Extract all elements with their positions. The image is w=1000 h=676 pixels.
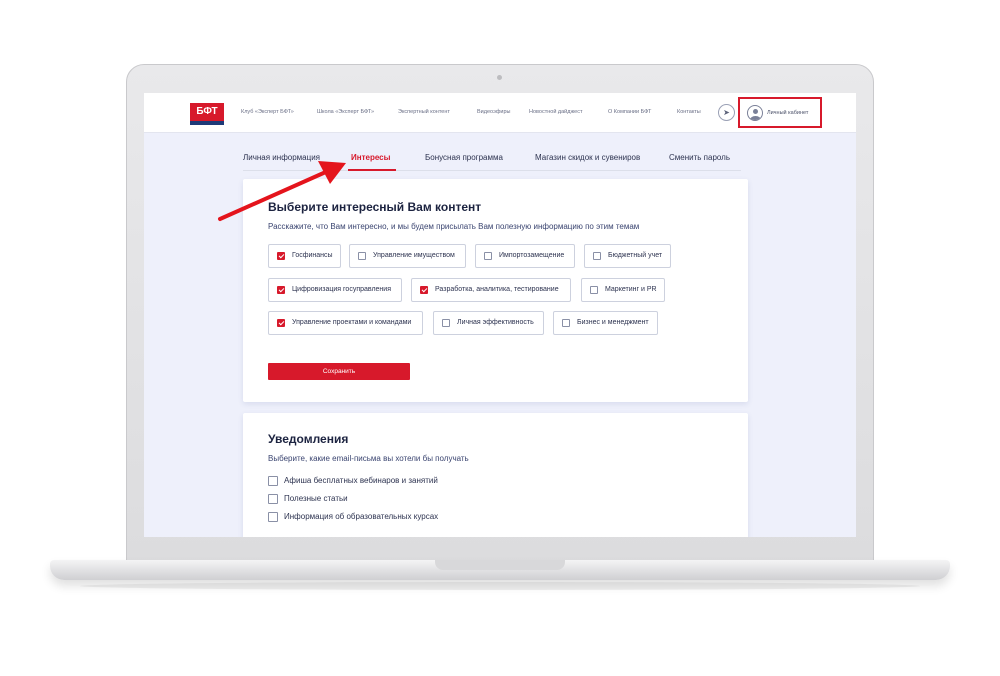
checkbox-icon: [268, 476, 278, 486]
interests-card: Выберите интересный Вам контент Расскажи…: [243, 179, 748, 402]
user-avatar-icon: [747, 105, 763, 121]
checkbox-icon: [277, 319, 285, 327]
chip-label: Разработка, аналитика, тестирование: [435, 286, 559, 293]
interest-chip[interactable]: Импортозамещение: [475, 244, 575, 268]
checkbox-icon: [277, 252, 285, 260]
notification-option[interactable]: Полезные статьи: [268, 494, 348, 506]
interest-chip[interactable]: Госфинансы: [268, 244, 341, 268]
bft-logo[interactable]: БФТ: [190, 103, 224, 125]
save-button[interactable]: Сохранить: [268, 363, 410, 380]
chip-label: Цифровизация госуправления: [292, 286, 391, 293]
checkbox-icon: [593, 252, 601, 260]
notification-label: Афиша бесплатных вебинаров и занятий: [284, 476, 438, 485]
chip-label: Бюджетный учет: [608, 252, 663, 259]
nav-item-club[interactable]: Клуб «Эксперт БФТ»: [241, 109, 294, 115]
notification-label: Полезные статьи: [284, 494, 348, 503]
active-tab-indicator: [348, 169, 396, 171]
nav-item-expert-content[interactable]: Экспертный контент: [398, 109, 450, 115]
chip-label: Госфинансы: [292, 252, 333, 259]
chip-label: Управление проектами и командами: [292, 319, 412, 326]
interest-chip[interactable]: Управление проектами и командами: [268, 311, 423, 335]
laptop-shadow: [80, 582, 920, 590]
checkbox-icon: [420, 286, 428, 294]
account-button[interactable]: Личный кабинет: [738, 97, 822, 128]
notification-option[interactable]: Информация об образовательных курсах: [268, 512, 438, 524]
interest-chip[interactable]: Маркетинг и PR: [581, 278, 665, 302]
screen: БФТ Клуб «Эксперт БФТ» Школа «Эксперт БФ…: [144, 93, 856, 537]
checkbox-icon: [268, 494, 278, 504]
notifications-title: Уведомления: [268, 432, 349, 446]
notification-label: Информация об образовательных курсах: [284, 512, 439, 521]
interest-chip[interactable]: Бюджетный учет: [584, 244, 671, 268]
laptop-notch: [435, 560, 565, 570]
chip-label: Бизнес и менеджмент: [577, 319, 649, 326]
nav-item-webinars[interactable]: Видеоэфиры: [477, 109, 510, 115]
checkbox-icon: [590, 286, 598, 294]
notifications-subtitle: Выберите, какие email-письма вы хотели б…: [268, 454, 469, 463]
site-header: БФТ Клуб «Эксперт БФТ» Школа «Эксперт БФ…: [144, 93, 856, 133]
camera-dot: [497, 75, 502, 80]
interest-chip[interactable]: Цифровизация госуправления: [268, 278, 402, 302]
checkbox-icon: [268, 512, 278, 522]
notification-option[interactable]: Афиша бесплатных вебинаров и занятий: [268, 476, 438, 488]
checkbox-icon: [484, 252, 492, 260]
telegram-icon[interactable]: ➤: [718, 104, 735, 121]
chip-label: Личная эффективность: [457, 319, 534, 326]
nav-item-school[interactable]: Школа «Эксперт БФТ»: [317, 109, 374, 115]
nav-item-about[interactable]: О Компании БФТ: [608, 109, 651, 115]
nav-item-contacts[interactable]: Контакты: [677, 109, 701, 115]
tab-personal-info[interactable]: Личная информация: [243, 153, 320, 162]
notifications-card: Уведомления Выберите, какие email-письма…: [243, 413, 748, 537]
account-label: Личный кабинет: [767, 110, 809, 116]
checkbox-icon: [562, 319, 570, 327]
chip-label: Импортозамещение: [499, 252, 565, 259]
tab-discount-shop[interactable]: Магазин скидок и сувениров: [535, 153, 640, 162]
interest-chip[interactable]: Управление имуществом: [349, 244, 466, 268]
interest-chip[interactable]: Личная эффективность: [433, 311, 544, 335]
checkbox-icon: [358, 252, 366, 260]
interest-chip[interactable]: Разработка, аналитика, тестирование: [411, 278, 571, 302]
interest-chip[interactable]: Бизнес и менеджмент: [553, 311, 658, 335]
chip-label: Маркетинг и PR: [605, 286, 657, 293]
interests-title: Выберите интересный Вам контент: [268, 200, 482, 214]
checkbox-icon: [277, 286, 285, 294]
nav-item-digest[interactable]: Новостной дайджест: [529, 109, 582, 115]
tab-interests[interactable]: Интересы: [351, 153, 390, 162]
tab-change-password[interactable]: Сменить пароль: [669, 153, 730, 162]
checkbox-icon: [442, 319, 450, 327]
chip-label: Управление имуществом: [373, 252, 455, 259]
interests-subtitle: Расскажите, что Вам интересно, и мы буде…: [268, 222, 640, 231]
tab-bonus-program[interactable]: Бонусная программа: [425, 153, 503, 162]
tabs-divider: [243, 170, 741, 171]
